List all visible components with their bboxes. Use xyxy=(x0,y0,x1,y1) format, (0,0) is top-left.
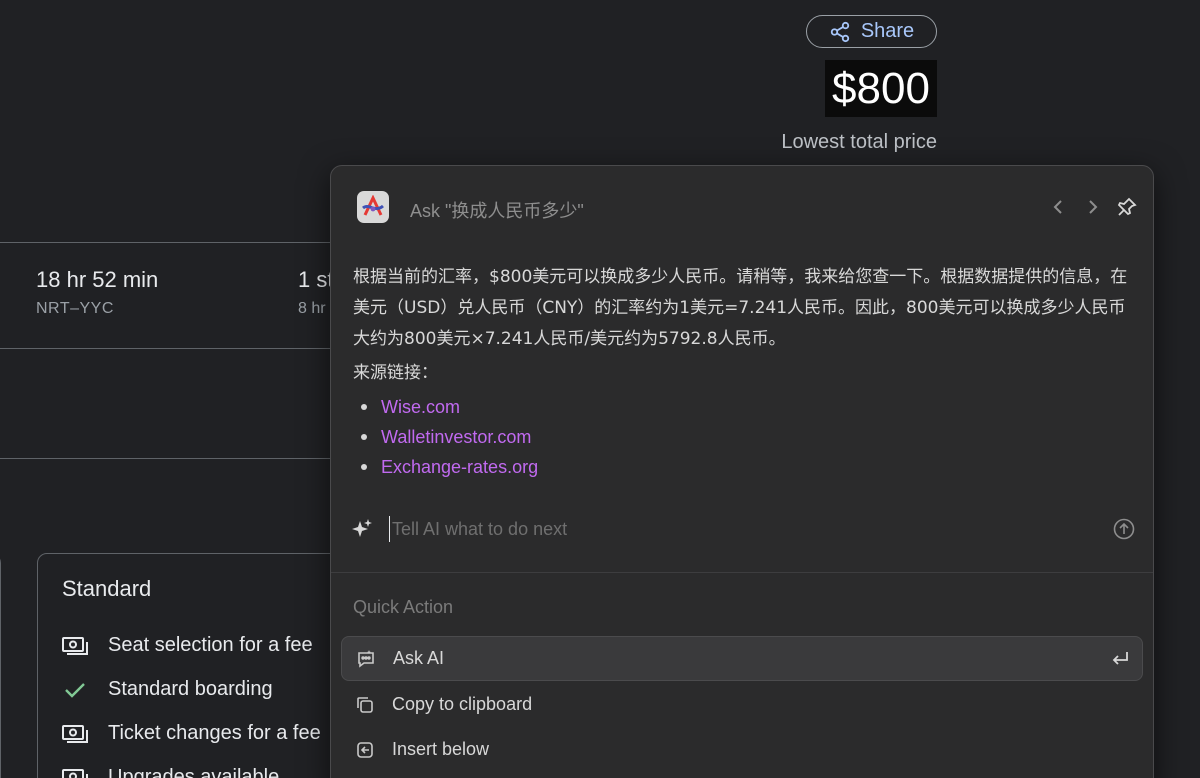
quick-action-label-text: Ask AI xyxy=(393,648,445,668)
ai-chat-icon xyxy=(356,649,376,669)
quick-action-label-text: Insert below xyxy=(392,739,490,759)
fare-feature: Standard boarding xyxy=(62,678,273,701)
bullet xyxy=(361,404,367,410)
source-link-exchange-rates[interactable]: Exchange-rates.org xyxy=(381,457,538,478)
pin-button[interactable] xyxy=(1116,196,1138,218)
source-links: Wise.com Walletinvestor.com Exchange-rat… xyxy=(353,392,538,482)
fare-feature-label: Seat selection for a fee xyxy=(108,634,313,656)
ticket-icon xyxy=(62,767,88,778)
ask-title: Ask "换成人民币多少" xyxy=(410,201,584,221)
ticket-icon xyxy=(62,635,88,657)
quick-action-label: Quick Action xyxy=(353,597,454,617)
list-item: Wise.com xyxy=(353,392,538,422)
divider xyxy=(0,458,331,459)
fare-feature: Upgrades available xyxy=(62,766,279,778)
check-icon xyxy=(62,679,88,701)
sparkle-icon xyxy=(352,519,372,537)
share-button[interactable]: Share xyxy=(806,15,937,48)
send-button[interactable] xyxy=(1113,518,1135,540)
divider xyxy=(0,348,331,349)
fare-feature-label: Standard boarding xyxy=(108,678,273,700)
bullet xyxy=(361,434,367,440)
ai-answer: 根据当前的汇率，$800美元可以换成多少人民币。请稍等，我来给您查一下。根据数据… xyxy=(353,267,1128,349)
ai-assistant-popup: Ask "换成人民币多少" 根据当前的汇率，$800美元可以换成多少人民币。请稍… xyxy=(330,165,1154,778)
divider xyxy=(0,242,331,243)
quick-action-copy[interactable]: Copy to clipboard xyxy=(341,682,1143,727)
fare-feature-label: Ticket changes for a fee xyxy=(108,722,321,744)
list-item: Walletinvestor.com xyxy=(353,422,538,452)
share-label: Share xyxy=(860,20,915,42)
insert-below-icon xyxy=(355,740,375,760)
flight-route: NRT–YYC xyxy=(36,300,114,317)
share-icon xyxy=(830,21,849,42)
quick-action-label-text: Copy to clipboard xyxy=(392,694,533,714)
enter-key-icon xyxy=(1112,652,1128,665)
app-logo xyxy=(357,191,389,223)
fare-feature: Ticket changes for a fee xyxy=(62,722,321,745)
arrow-up-circle-icon xyxy=(1113,518,1135,540)
fare-feature-label: Upgrades available xyxy=(108,766,280,778)
source-link-wise[interactable]: Wise.com xyxy=(381,397,460,418)
source-link-walletinvestor[interactable]: Walletinvestor.com xyxy=(381,427,531,448)
copy-icon xyxy=(355,695,375,715)
next-button[interactable] xyxy=(1082,196,1104,218)
quick-action-insert-below[interactable]: Insert below xyxy=(341,727,1143,772)
price-caption: Lowest total price xyxy=(781,131,937,153)
pin-icon xyxy=(1117,197,1137,216)
chevron-right-icon xyxy=(1089,200,1098,214)
flight-duration: 18 hr 52 min xyxy=(36,267,159,292)
chevron-left-icon xyxy=(1053,200,1062,214)
fare-card-basic[interactable] xyxy=(0,553,1,778)
total-price: $800 xyxy=(825,60,937,117)
quick-action-ask-ai[interactable]: Ask AI xyxy=(341,636,1143,681)
ticket-icon xyxy=(62,723,88,745)
fare-feature: Seat selection for a fee xyxy=(62,634,313,657)
previous-button[interactable] xyxy=(1047,196,1069,218)
list-item: Exchange-rates.org xyxy=(353,452,538,482)
section-divider xyxy=(331,572,1153,573)
fare-title: Standard xyxy=(62,576,152,601)
bullet xyxy=(361,464,367,470)
ai-prompt-input[interactable] xyxy=(389,516,1089,542)
fare-card-standard[interactable]: Standard Seat selection for a fee Standa… xyxy=(37,553,357,778)
sources-label: 来源链接： xyxy=(353,363,438,383)
